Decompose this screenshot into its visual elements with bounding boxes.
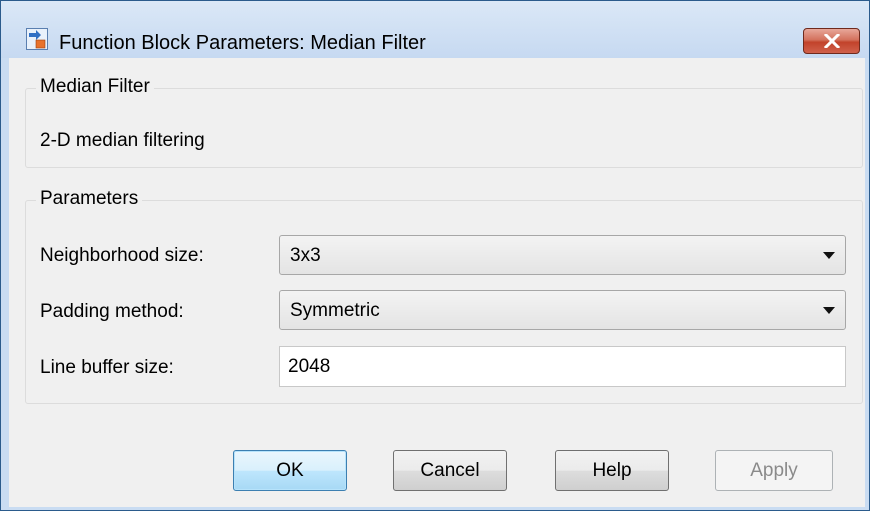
title-bar[interactable]: Function Block Parameters: Median Filter — [1, 1, 869, 58]
dialog-window: Function Block Parameters: Median Filter… — [0, 0, 870, 511]
line-buffer-size-input[interactable]: 2048 — [279, 346, 846, 387]
window-title: Function Block Parameters: Median Filter — [59, 32, 426, 54]
block-description-group — [25, 88, 863, 168]
neighborhood-size-value: 3x3 — [290, 245, 321, 266]
apply-button[interactable]: Apply — [715, 450, 833, 491]
block-description: 2-D median filtering — [40, 130, 205, 151]
line-buffer-size-label: Line buffer size: — [40, 357, 174, 378]
neighborhood-size-dropdown[interactable]: 3x3 — [279, 235, 846, 275]
padding-method-dropdown[interactable]: Symmetric — [279, 290, 846, 330]
padding-method-label: Padding method: — [40, 301, 184, 322]
line-buffer-size-value: 2048 — [288, 356, 331, 377]
parameters-group-legend: Parameters — [36, 188, 143, 210]
close-icon — [823, 34, 840, 48]
chevron-down-icon — [823, 252, 835, 259]
neighborhood-size-label: Neighborhood size: — [40, 245, 204, 266]
padding-method-value: Symmetric — [290, 300, 380, 321]
help-button[interactable]: Help — [555, 450, 669, 491]
cancel-button[interactable]: Cancel — [393, 450, 507, 491]
ok-button[interactable]: OK — [233, 450, 347, 491]
close-button[interactable] — [803, 28, 860, 54]
simulink-block-icon — [26, 28, 48, 50]
dialog-client-area: Median Filter 2-D median filtering Param… — [9, 58, 865, 507]
block-group-legend: Median Filter — [36, 76, 154, 98]
chevron-down-icon — [823, 307, 835, 314]
